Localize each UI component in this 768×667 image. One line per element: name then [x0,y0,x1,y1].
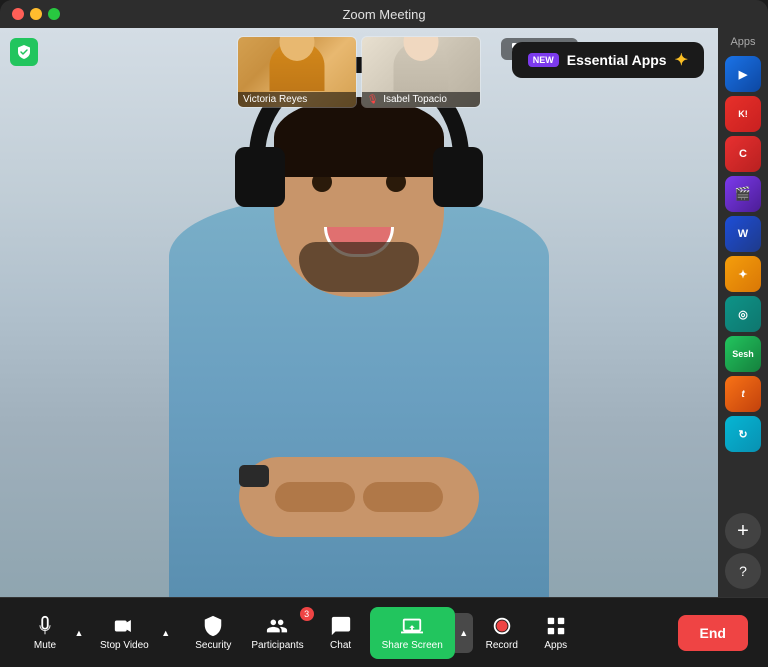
app-3-icon: C [739,148,747,160]
window-title: Zoom Meeting [342,7,425,22]
beard [299,242,419,292]
share-screen-label: Share Screen [382,640,443,651]
app-6-icon: ✦ [738,268,747,281]
stop-video-label: Stop Video [100,640,149,651]
apps-sidebar-title: Apps [730,36,755,48]
thumbnail-isabel-label: 🎙 Isabel Topacio [362,92,480,107]
hand-right [363,482,443,512]
thumbnail-victoria-label: Victoria Reyes [238,92,356,107]
close-button[interactable] [12,8,24,20]
toolbar-left: Mute ▲ Stop Video ▲ [20,609,187,657]
apps-icon [545,615,567,637]
share-screen-icon [401,615,423,637]
app-7-icon: ◎ [738,308,748,321]
shield-status-icon[interactable] [10,38,38,66]
app-icon-4[interactable]: 🎬 [725,176,761,212]
main-video [0,28,718,597]
app-icon-9[interactable]: t [725,376,761,412]
security-icon [202,615,224,637]
chat-icon [330,615,352,637]
participants-icon [266,615,288,637]
mute-icon [34,615,56,637]
app-icon-3[interactable]: C [725,136,761,172]
stars-icon: ✦ [675,50,688,70]
app-icon-2[interactable]: K! [725,96,761,132]
app-1-icon: ▶ [739,68,747,81]
title-bar: Zoom Meeting [0,0,768,28]
app-icon-7[interactable]: ◎ [725,296,761,332]
app-4-icon: 🎬 [735,186,751,202]
participants-count: 3 [300,607,314,621]
toolbar: Mute ▲ Stop Video ▲ Security [0,597,768,667]
essential-apps-banner[interactable]: NEW Essential Apps ✦ [512,42,704,78]
stop-video-group: Stop Video ▲ [92,609,175,657]
app-10-icon: ↻ [738,428,747,441]
app-9-icon: t [741,389,744,400]
security-label: Security [195,640,231,651]
hands [239,457,479,537]
app-icon-8[interactable]: Sesh [725,336,761,372]
app-2-icon: K! [738,109,748,119]
shield-svg [16,44,32,60]
watch [239,465,269,487]
maximize-button[interactable] [48,8,60,20]
toolbar-right: End [581,615,748,651]
hand-left [275,482,355,512]
headphone-left-cup [235,147,285,207]
new-badge: NEW [528,53,559,67]
video-area: Victoria Reyes 🎙 Isabel Topacio [0,28,718,597]
chat-button[interactable]: Chat [316,609,366,657]
record-icon [491,615,513,637]
apps-sidebar: Apps ▶ K! C 🎬 W ✦ ◎ Sesh [718,28,768,597]
minimize-button[interactable] [30,8,42,20]
share-screen-group: Share Screen ▲ [370,607,473,659]
video-chevron[interactable]: ▲ [157,613,175,653]
mute-chevron[interactable]: ▲ [70,613,88,653]
mute-group: Mute ▲ [20,609,88,657]
app-icon-1[interactable]: ▶ [725,56,761,92]
mute-button[interactable]: Mute [20,609,70,657]
end-button[interactable]: End [678,615,748,651]
apps-label: Apps [544,640,567,651]
share-chevron[interactable]: ▲ [455,613,473,653]
apps-button[interactable]: Apps [531,609,581,657]
thumbnail-victoria[interactable]: Victoria Reyes [237,36,357,108]
record-button[interactable]: Record [477,609,527,657]
participants-button[interactable]: 3 Participants [243,609,311,657]
traffic-lights [12,8,60,20]
banner-text: Essential Apps [567,52,667,68]
app-icon-5[interactable]: W [725,216,761,252]
app-5-icon: W [738,228,748,240]
muted-mic-icon: 🎙 [367,94,378,104]
app-icon-6[interactable]: ✦ [725,256,761,292]
app-8-icon: Sesh [732,349,754,359]
help-button[interactable]: ? [725,553,761,589]
stop-video-button[interactable]: Stop Video [92,609,157,657]
headphone-right-cup [433,147,483,207]
main-content: Victoria Reyes 🎙 Isabel Topacio [0,28,768,597]
mute-label: Mute [34,640,56,651]
thumbnail-isabel[interactable]: 🎙 Isabel Topacio [361,36,481,108]
toolbar-center: Security 3 Participants Chat Share Scree… [187,607,581,659]
thumbnail-strip: Victoria Reyes 🎙 Isabel Topacio [237,36,481,108]
help-icon: ? [739,563,747,579]
stop-video-icon [113,615,135,637]
share-screen-button[interactable]: Share Screen [370,607,455,659]
person-container [109,67,609,597]
chat-label: Chat [330,640,351,651]
add-app-button[interactable]: + [725,513,761,549]
security-button[interactable]: Security [187,609,239,657]
record-label: Record [486,640,518,651]
app-icon-10[interactable]: ↻ [725,416,761,452]
add-icon: + [737,520,749,543]
participants-label: Participants [251,640,303,651]
